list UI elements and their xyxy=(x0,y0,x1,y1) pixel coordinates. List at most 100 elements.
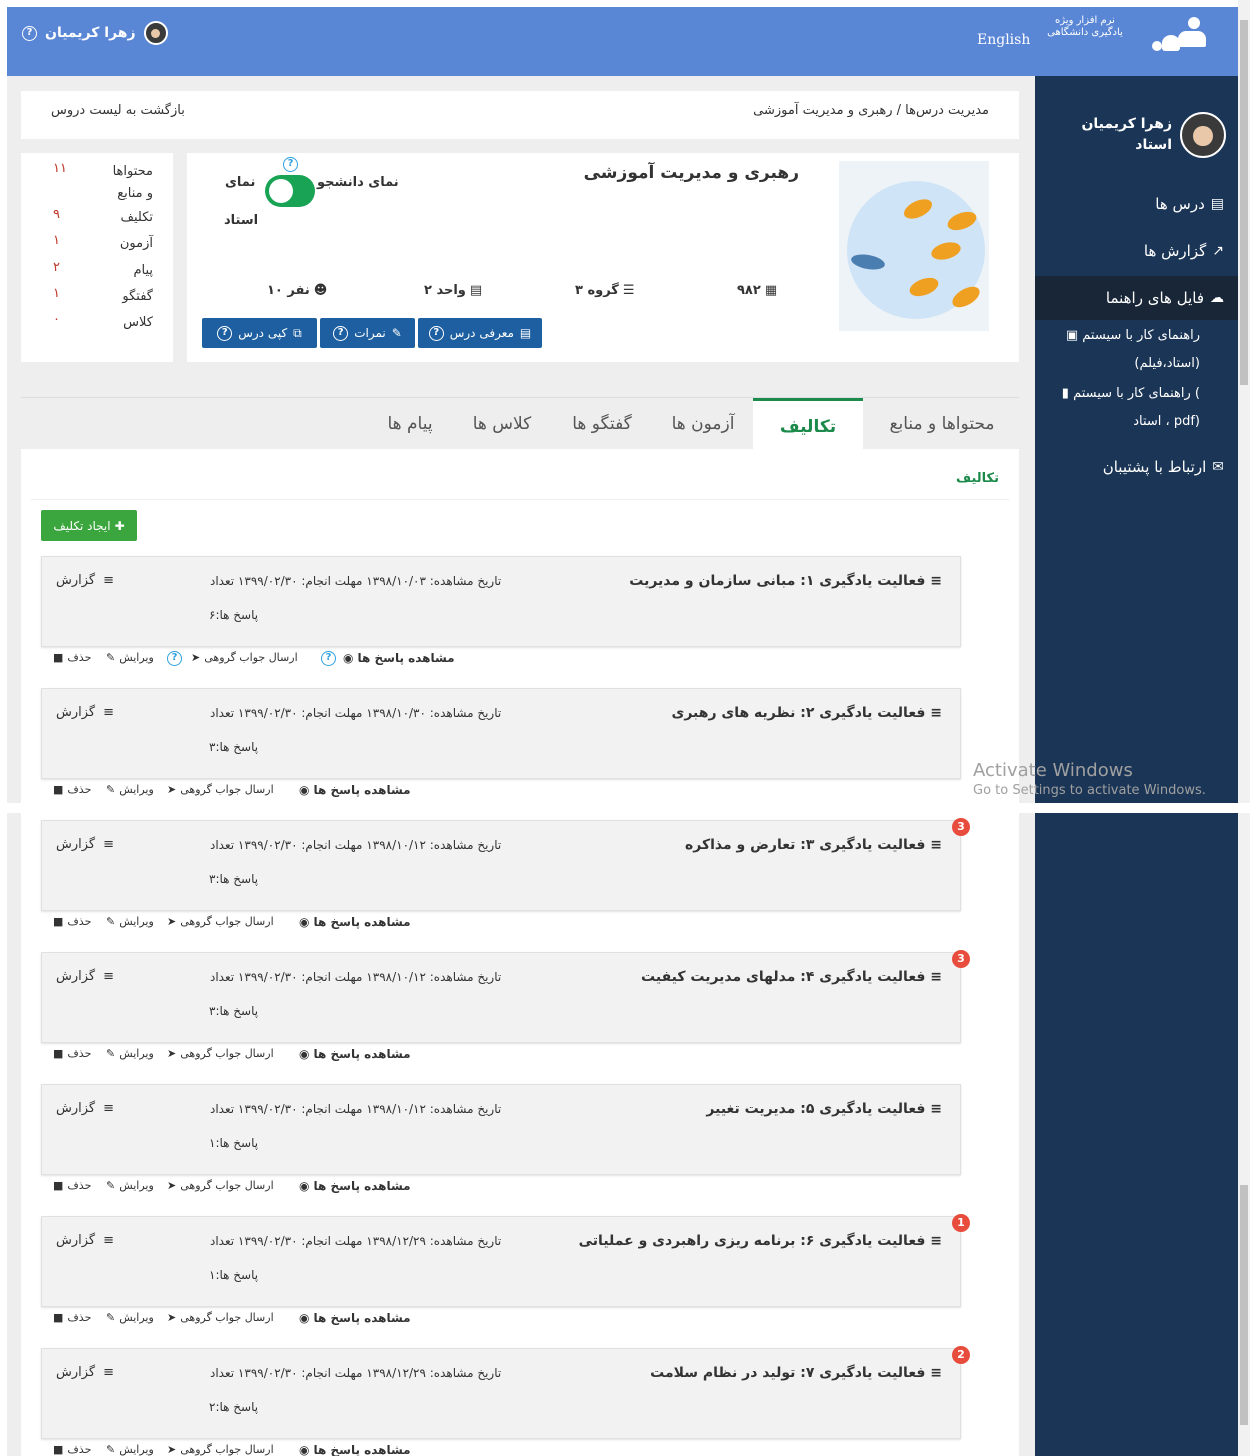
count-row-discussions[interactable]: ۱ گفتگو xyxy=(21,286,173,312)
view-answers-button[interactable]: ◉ مشاهده پاسخ ها xyxy=(299,1443,411,1456)
sidebar-item-support[interactable]: ارتباط با پشتیبان ✉ xyxy=(1049,457,1224,477)
app-logo[interactable] xyxy=(1150,15,1206,55)
group-reply-button[interactable]: ➤ ارسال جواب گروهی xyxy=(167,915,274,928)
count-row-messages[interactable]: ۲ پیام xyxy=(21,260,173,286)
assignment-title[interactable]: ≡ فعالیت یادگیری ۵: مدیریت تغییر xyxy=(706,1101,942,1117)
delete-button[interactable]: ■ حذف xyxy=(53,1179,91,1192)
scrollbar[interactable] xyxy=(1238,0,1250,1456)
edit-button[interactable]: ✎ ویرایش xyxy=(106,1311,154,1324)
help-icon[interactable]: ? xyxy=(22,25,37,41)
sidebar-subitem-pdf-guide[interactable]: ▮ راهنمای کار با سیستم ( استاد ، pdf) xyxy=(1040,380,1200,436)
edit-button[interactable]: ✎ ویرایش xyxy=(106,1443,154,1456)
assignment-card[interactable]: ≡ فعالیت یادگیری ۴: مدلهای مدیریت کیفیت … xyxy=(41,950,970,1043)
sidebar-item-courses[interactable]: درس ها ▤ xyxy=(1049,194,1224,214)
group-reply-button[interactable]: ➤ ارسال جواب گروهی xyxy=(167,1311,274,1324)
assignment-card[interactable]: ≡ فعالیت یادگیری ۷: تولید در نظام سلامت … xyxy=(41,1346,970,1439)
delete-button[interactable]: ■ حذف xyxy=(53,651,91,664)
back-to-courses-link[interactable]: بازگشت به لیست دروس xyxy=(51,103,185,118)
assignment-response-count: پاسخ ها:۳ xyxy=(209,872,259,886)
help-icon[interactable]: ? xyxy=(217,325,233,341)
tab-exams[interactable]: آزمون ها xyxy=(653,398,753,450)
help-icon[interactable]: ? xyxy=(321,651,336,666)
assignment-card[interactable]: ≡ فعالیت یادگیری ۶: برنامه ریزی راهبردی … xyxy=(41,1214,970,1307)
assignment-response-count: پاسخ ها:۱ xyxy=(209,1136,259,1150)
sidebar-subitem-video-guide[interactable]: ▣ راهنمای کار با سیستم (استاد،فیلم) xyxy=(1040,322,1200,378)
view-answers-button[interactable]: ◉ مشاهده پاسخ ها xyxy=(299,783,411,797)
assignment-card[interactable]: ≡ فعالیت یادگیری ۲: نظریه های رهبری تاری… xyxy=(41,688,961,779)
count-row-assignments[interactable]: ۹ تکلیف xyxy=(21,207,173,233)
delete-button[interactable]: ■ حذف xyxy=(53,1311,91,1324)
delete-button[interactable]: ■ حذف xyxy=(53,1047,91,1060)
report-button[interactable]: گزارش ≡ xyxy=(56,969,114,984)
delete-button[interactable]: ■ حذف xyxy=(53,783,91,796)
view-answers-button[interactable]: ◉ مشاهده پاسخ ها xyxy=(299,915,411,929)
breadcrumb[interactable]: مدیریت درس‌ها / رهبری و مدیریت آموزشی xyxy=(753,103,989,118)
assignment-actions: ■ حذف ✎ ویرایش ➤ ارسال جواب گروهی ◉ مشاهده پاسخ… xyxy=(41,1045,961,1065)
count-row-contents[interactable]: ۱۱ محتواها و منابع xyxy=(21,161,173,201)
edit-button[interactable]: ✎ ویرایش xyxy=(106,1047,154,1060)
assignment-title[interactable]: ≡ فعالیت یادگیری ۱: مبانی سازمان و مدیری… xyxy=(629,573,942,589)
group-reply-button[interactable]: ➤ ارسال جواب گروهی xyxy=(167,1179,274,1192)
view-answers-button[interactable]: ◉ مشاهده پاسخ ها xyxy=(299,1179,411,1193)
view-answers-button[interactable]: ◉ مشاهده پاسخ ها xyxy=(343,651,455,665)
edit-button[interactable]: ✎ ویرایش xyxy=(106,915,154,928)
course-intro-button[interactable]: ? معرفی درس ▤ xyxy=(418,318,542,348)
help-icon[interactable]: ? xyxy=(333,325,349,341)
count-label: محتواها و منابع xyxy=(112,164,153,201)
count-row-exams[interactable]: ۱ آزمون xyxy=(21,233,173,259)
assignment-card[interactable]: ≡ فعالیت یادگیری ۵: مدیریت تغییر تاریخ م… xyxy=(41,1084,961,1175)
count-row-classes[interactable]: ۰ کلاس xyxy=(21,312,173,338)
help-icon[interactable]: ? xyxy=(321,651,336,666)
send-icon: ➤ xyxy=(167,1179,177,1192)
assignment-title[interactable]: ≡ فعالیت یادگیری ۲: نظریه های رهبری xyxy=(671,705,942,721)
edit-button[interactable]: ✎ ویرایش xyxy=(106,651,154,664)
header-user[interactable]: زهرا کریمیان ? xyxy=(22,21,168,45)
assignment-response-count: پاسخ ها:۱ xyxy=(209,1268,259,1282)
report-button[interactable]: گزارش ≡ xyxy=(56,837,114,852)
assignment-badge: 2 xyxy=(952,1346,970,1364)
view-answers-button[interactable]: ◉ مشاهده پاسخ ها xyxy=(299,1311,411,1325)
tab-messages[interactable]: پیام ها xyxy=(367,398,453,450)
sidebar-item-help-files[interactable]: فایل های راهنما ☁ xyxy=(1049,288,1224,308)
assignment-title[interactable]: ≡ فعالیت یادگیری ۷: تولید در نظام سلامت xyxy=(650,1365,942,1381)
help-icon[interactable]: ? xyxy=(167,651,182,666)
copy-course-button[interactable]: ? کپی درس ⧉ xyxy=(202,318,317,348)
help-icon[interactable]: ? xyxy=(428,325,444,341)
eye-icon: ◉ xyxy=(299,1443,310,1456)
tab-classes[interactable]: کلاس ها xyxy=(454,398,550,450)
edit-button[interactable]: ✎ ویرایش xyxy=(106,783,154,796)
help-icon[interactable]: ? xyxy=(167,651,182,666)
group-reply-button[interactable]: ➤ ارسال جواب گروهی xyxy=(167,1443,274,1456)
tab-contents[interactable]: محتواها و منابع xyxy=(866,398,1018,450)
windows-watermark: Activate Windows Go to Settings to activ… xyxy=(973,760,1206,798)
report-button[interactable]: گزارش ≡ xyxy=(56,1101,114,1116)
pencil-icon: ✎ xyxy=(106,783,116,796)
report-button[interactable]: گزارش ≡ xyxy=(56,705,114,720)
delete-button[interactable]: ■ حذف xyxy=(53,1443,91,1456)
assignment-badge: 3 xyxy=(952,818,970,836)
report-button[interactable]: گزارش ≡ xyxy=(56,573,114,588)
edit-button[interactable]: ✎ ویرایش xyxy=(106,1179,154,1192)
tab-assignments[interactable]: تکالیف 11 xyxy=(753,398,863,490)
assignment-card[interactable]: ≡ فعالیت یادگیری ۳: تعارض و مذاکره 3 تار… xyxy=(41,818,970,911)
view-answers-button[interactable]: ◉ مشاهده پاسخ ها xyxy=(299,1047,411,1061)
sidebar-item-reports[interactable]: گزارش ها ↗ xyxy=(1049,241,1224,261)
avatar[interactable] xyxy=(143,21,168,45)
view-mode-toggle[interactable] xyxy=(265,175,315,207)
grades-button[interactable]: ? نمرات ✎ xyxy=(320,318,415,348)
group-reply-button[interactable]: ➤ ارسال جواب گروهی xyxy=(191,651,298,664)
help-icon[interactable]: ? xyxy=(283,157,298,172)
language-link[interactable]: English xyxy=(977,32,1030,48)
delete-button[interactable]: ■ حذف xyxy=(53,915,91,928)
tab-discussions[interactable]: گفتگو ها xyxy=(552,398,652,450)
group-reply-button[interactable]: ➤ ارسال جواب گروهی xyxy=(167,1047,274,1060)
assignment-title[interactable]: ≡ فعالیت یادگیری ۳: تعارض و مذاکره xyxy=(685,837,942,853)
report-button[interactable]: گزارش ≡ xyxy=(56,1233,114,1248)
assignment-title[interactable]: ≡ فعالیت یادگیری ۶: برنامه ریزی راهبردی … xyxy=(579,1233,942,1249)
header-user-name[interactable]: زهرا کریمیان xyxy=(45,25,136,41)
assignment-card[interactable]: ≡ فعالیت یادگیری ۱: مبانی سازمان و مدیری… xyxy=(41,556,961,647)
report-button[interactable]: گزارش ≡ xyxy=(56,1365,114,1380)
add-assignment-button[interactable]: ایجاد تکلیف ✚ xyxy=(41,510,137,541)
group-reply-button[interactable]: ➤ ارسال جواب گروهی xyxy=(167,783,274,796)
assignment-title[interactable]: ≡ فعالیت یادگیری ۴: مدلهای مدیریت کیفیت xyxy=(641,969,942,985)
